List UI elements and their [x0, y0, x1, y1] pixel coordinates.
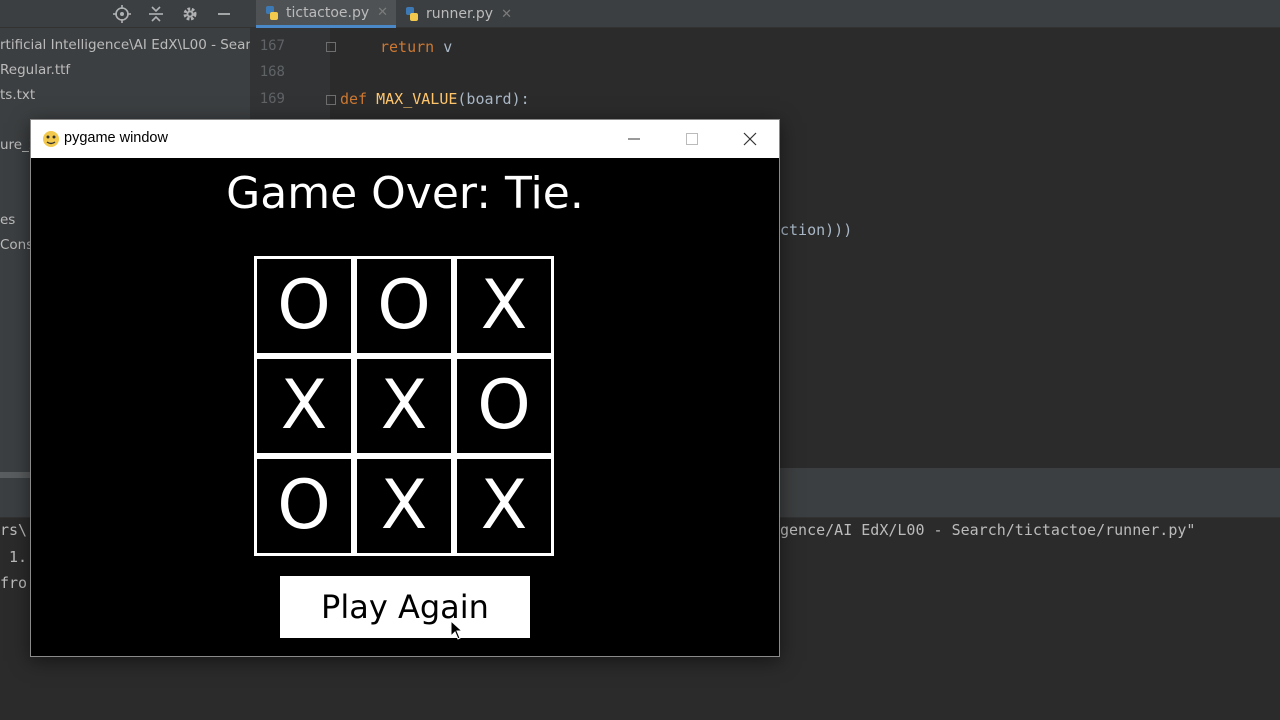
close-button[interactable] [721, 120, 779, 158]
window-titlebar[interactable]: pygame window [31, 120, 779, 158]
board-cell[interactable]: X [254, 356, 354, 456]
code-line[interactable]: return v [380, 38, 452, 56]
tree-item[interactable]: ts.txt [0, 87, 35, 103]
pygame-window: pygame window Game Over: Tie. O O X X X … [30, 119, 780, 657]
tree-item[interactable]: es [0, 212, 15, 228]
game-canvas: Game Over: Tie. O O X X X O O X X Play A… [31, 158, 779, 656]
tree-item[interactable]: Regular.ttf [0, 62, 70, 78]
close-icon[interactable]: ✕ [377, 5, 388, 20]
minimize-button[interactable] [605, 120, 663, 158]
toolbar-icons [112, 0, 234, 28]
code-line[interactable]: def MAX_VALUE(board): [340, 90, 530, 108]
gear-icon[interactable] [180, 4, 200, 24]
console-line: fro [0, 574, 28, 592]
pygame-snake-icon [43, 131, 59, 147]
tab-label: tictactoe.py [286, 4, 370, 21]
python-file-icon [406, 7, 418, 21]
code-text: (board): [457, 90, 530, 108]
fold-marker-icon[interactable] [326, 95, 336, 105]
close-icon [743, 132, 757, 146]
tictactoe-board: O O X X X O O X X [254, 256, 556, 558]
line-number: 168 [259, 64, 285, 80]
line-number: 167 [259, 38, 285, 54]
python-file-icon [266, 5, 278, 20]
line-number: 169 [259, 91, 285, 107]
ide-toolbar: tictactoe.py ✕ runner.py ✕ [0, 0, 1280, 28]
code-fragment[interactable]: ction))) [780, 221, 852, 239]
maximize-button[interactable] [663, 120, 721, 158]
code-keyword: return [380, 38, 435, 56]
close-icon[interactable]: ✕ [501, 7, 512, 22]
board-cell[interactable]: O [354, 256, 454, 356]
console-line: rs\ [0, 521, 28, 539]
board-cell[interactable]: X [354, 356, 454, 456]
board-cell[interactable]: O [454, 356, 554, 456]
board-cell[interactable]: X [454, 256, 554, 356]
code-keyword: def [340, 90, 368, 108]
console-path-line: gence/AI EdX/L00 - Search/tictactoe/runn… [780, 521, 1196, 539]
project-path[interactable]: rtificial Intelligence\AI EdX\L00 - Sear… [0, 37, 250, 53]
game-over-title: Game Over: Tie. [226, 168, 584, 219]
fold-marker-icon[interactable] [326, 42, 336, 52]
board-cell[interactable]: X [354, 456, 454, 556]
board-cell[interactable]: O [254, 456, 354, 556]
minimize-icon [628, 138, 640, 140]
maximize-icon [686, 133, 698, 145]
minimize-panel-icon[interactable] [214, 4, 234, 24]
tab-label: runner.py [426, 6, 494, 22]
tab-runner[interactable]: runner.py ✕ [396, 0, 520, 28]
collapse-all-icon[interactable] [146, 4, 166, 24]
console-line: 1. [0, 548, 28, 566]
board-cell[interactable]: X [454, 456, 554, 556]
play-again-button[interactable]: Play Again [280, 576, 530, 638]
tab-tictactoe[interactable]: tictactoe.py ✕ [256, 0, 397, 28]
code-text: v [434, 38, 453, 56]
tree-item[interactable]: Cons [0, 237, 33, 253]
mouse-cursor-icon [450, 620, 464, 640]
scrollbar-thumb[interactable] [0, 472, 30, 478]
window-title: pygame window [64, 130, 168, 146]
board-cell[interactable]: O [254, 256, 354, 356]
code-function: MAX_VALUE [376, 90, 458, 108]
locate-icon[interactable] [112, 4, 132, 24]
